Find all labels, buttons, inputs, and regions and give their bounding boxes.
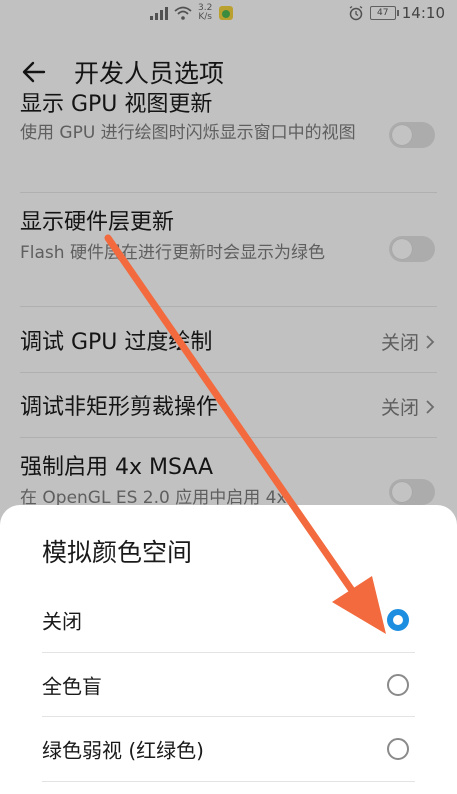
option-label: 关闭 <box>42 609 82 634</box>
option-off[interactable]: 关闭 <box>42 588 415 652</box>
radio-unselected-icon[interactable] <box>387 738 409 760</box>
dialog-title: 模拟颜色空间 <box>42 538 193 567</box>
option-monochromacy[interactable]: 全色盲 <box>42 653 415 717</box>
radio-unselected-icon[interactable] <box>387 674 409 696</box>
option-label: 绿色弱视 (红绿色) <box>42 738 204 763</box>
radio-selected-icon[interactable] <box>387 609 409 631</box>
color-space-dialog: 模拟颜色空间 关闭 全色盲 绿色弱视 (红绿色) <box>0 505 457 794</box>
divider <box>42 781 415 782</box>
option-deuteranomaly[interactable]: 绿色弱视 (红绿色) <box>42 717 415 781</box>
option-label: 全色盲 <box>42 674 102 699</box>
